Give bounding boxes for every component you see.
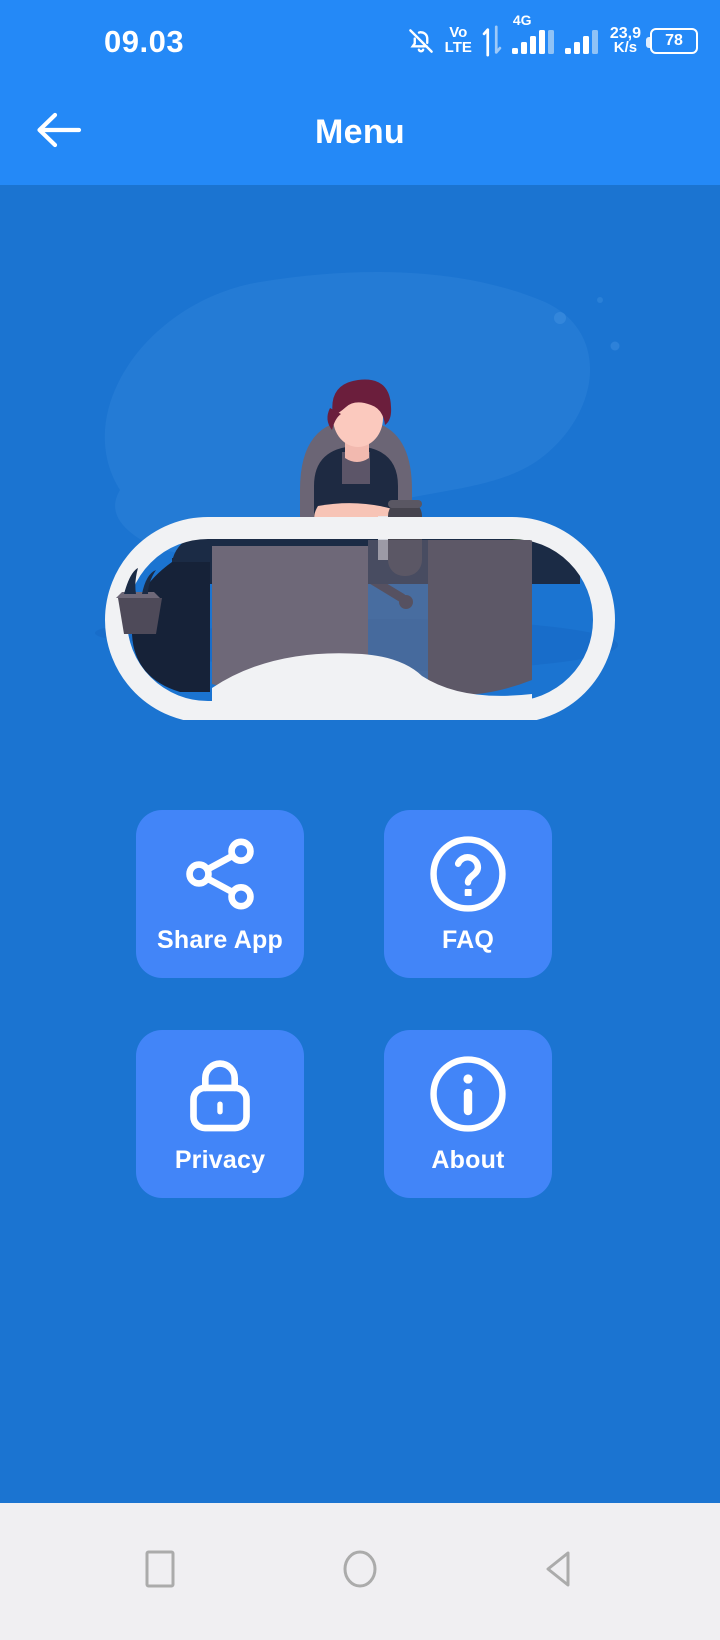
square-icon (138, 1547, 182, 1596)
menu-card-about[interactable]: About (384, 1030, 552, 1198)
menu-card-share-app[interactable]: Share App (136, 810, 304, 978)
menu-card-label: About (431, 1145, 505, 1174)
question-circle-icon (424, 828, 512, 920)
data-rate-indicator: 23,9 K/s (609, 24, 641, 57)
app-bar: Menu (0, 80, 720, 185)
lock-icon (177, 1048, 263, 1140)
menu-grid: Share App FAQ Privacy About (136, 810, 552, 1198)
menu-content: Share App FAQ Privacy About (0, 185, 720, 1503)
arrow-left-icon (33, 110, 85, 155)
nav-back-button[interactable] (505, 1517, 615, 1627)
menu-card-faq[interactable]: FAQ (384, 810, 552, 978)
data-transfer-icon (481, 24, 503, 58)
info-circle-icon (424, 1048, 512, 1140)
signal-bars-secondary-icon (564, 28, 601, 54)
menu-card-label: FAQ (442, 925, 494, 954)
menu-card-label: Share App (157, 925, 283, 954)
status-icon-tray: Vo LTE 4G 23,9 K/s 78 (406, 12, 698, 62)
status-bar: 09.03 Vo LTE 4G 23,9 K/s 78 (0, 0, 720, 80)
nav-home-button[interactable] (305, 1517, 415, 1627)
system-navigation-bar (0, 1503, 720, 1640)
menu-card-label: Privacy (174, 1145, 266, 1174)
battery-icon: 78 (646, 28, 698, 54)
phone-screen: 09.03 Vo LTE 4G 23,9 K/s 78 Menu Share A… (0, 0, 720, 1640)
status-clock: 09.03 (104, 24, 185, 59)
nav-recents-button[interactable] (105, 1517, 215, 1627)
bell-muted-icon (406, 26, 436, 56)
volte-icon: Vo LTE (444, 24, 472, 56)
circle-icon (337, 1546, 383, 1597)
share-icon (178, 828, 262, 920)
person-at-desk-illustration (0, 240, 720, 720)
page-title: Menu (315, 113, 405, 151)
back-button[interactable] (28, 102, 90, 164)
battery-level-text: 78 (665, 32, 683, 49)
menu-card-privacy[interactable]: Privacy (136, 1030, 304, 1198)
signal-bars-icon: 4G (511, 12, 556, 54)
triangle-left-icon (537, 1546, 583, 1597)
